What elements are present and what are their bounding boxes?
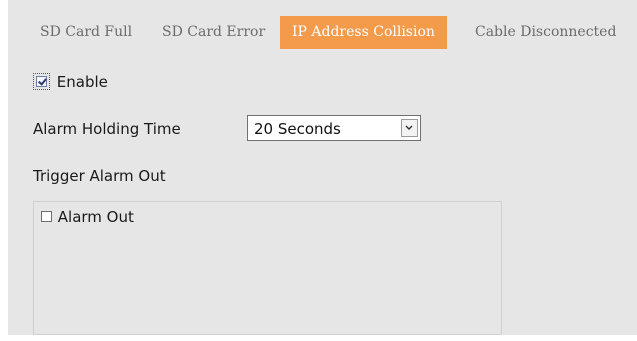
enable-label: Enable bbox=[56, 72, 108, 91]
enable-row: Enable bbox=[33, 72, 108, 91]
alarm-holding-time-label: Alarm Holding Time bbox=[33, 120, 181, 138]
enable-checkbox-focus[interactable] bbox=[33, 73, 50, 90]
tab-cable-disconnected[interactable]: Cable Disconnected bbox=[475, 16, 616, 49]
trigger-alarm-out-label: Trigger Alarm Out bbox=[33, 167, 166, 185]
dropdown-arrow-button[interactable] bbox=[401, 119, 418, 137]
alarm-holding-time-value: 20 Seconds bbox=[254, 120, 341, 138]
alarm-out-item: Alarm Out bbox=[41, 207, 134, 226]
enable-checkbox[interactable] bbox=[36, 76, 47, 87]
tab-sd-card-error[interactable]: SD Card Error bbox=[162, 16, 265, 49]
alarm-holding-time-select[interactable]: 20 Seconds bbox=[247, 115, 421, 141]
tab-ip-address-collision[interactable]: IP Address Collision bbox=[280, 16, 447, 49]
tab-bar: SD Card Full SD Card Error IP Address Co… bbox=[8, 16, 637, 49]
chevron-down-icon bbox=[405, 125, 413, 130]
tab-sd-card-full[interactable]: SD Card Full bbox=[40, 16, 132, 49]
alarm-out-list: Alarm Out bbox=[33, 201, 502, 335]
alarm-out-label: Alarm Out bbox=[57, 207, 134, 226]
alarm-out-checkbox[interactable] bbox=[41, 211, 52, 222]
alarm-settings-panel: SD Card Full SD Card Error IP Address Co… bbox=[8, 0, 637, 335]
